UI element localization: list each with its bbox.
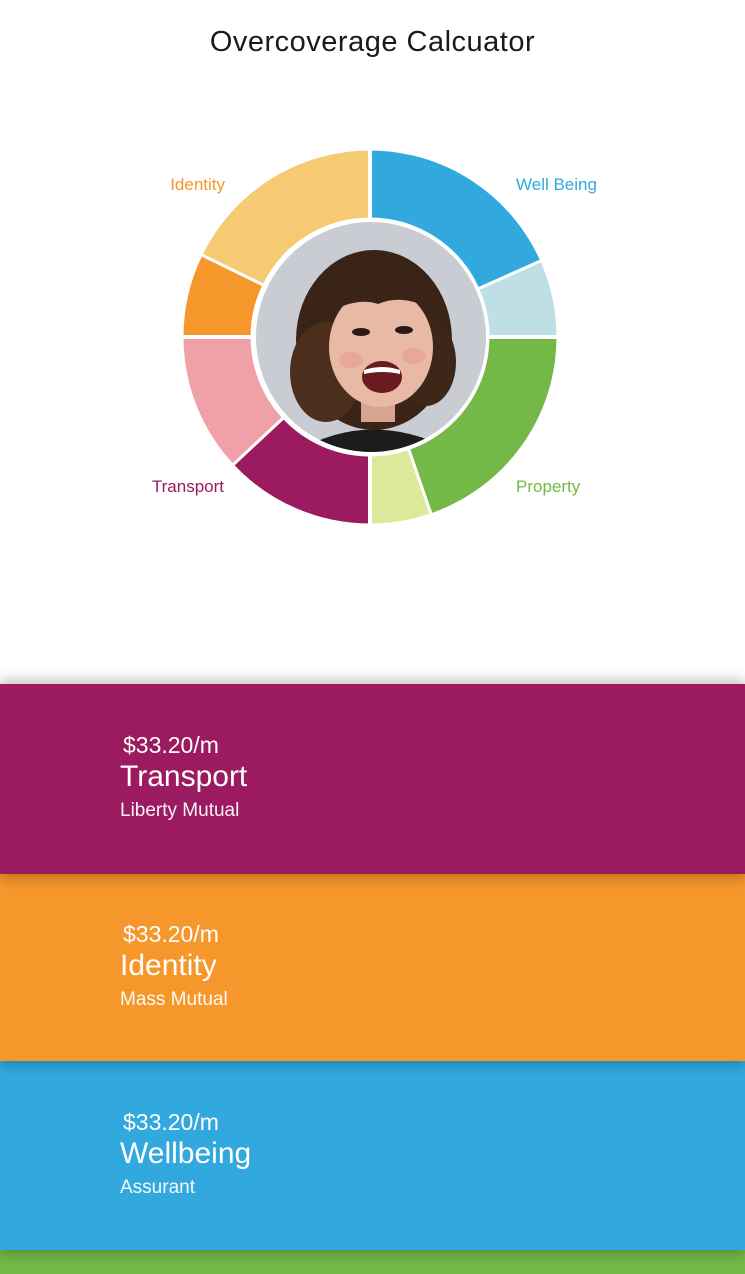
coverage-card-transport[interactable]: $33.20/m Transport Liberty Mutual	[0, 684, 745, 874]
card-provider: Liberty Mutual	[120, 800, 240, 821]
property-label: Property	[516, 477, 581, 496]
avatar	[256, 222, 486, 452]
card-price: $33.20/m	[123, 921, 219, 947]
card-provider: Assurant	[120, 1177, 195, 1198]
wellbeing-label: Well Being	[516, 175, 597, 194]
card-price: $33.20/m	[123, 1109, 219, 1135]
transport-label: Transport	[151, 477, 224, 496]
coverage-donut-chart: Identity Well Being Transport Property	[0, 0, 745, 640]
card-name: Transport	[120, 760, 248, 793]
card-provider: Mass Mutual	[120, 989, 228, 1010]
card-name: Identity	[120, 949, 217, 982]
card-name: Wellbeing	[120, 1137, 252, 1170]
coverage-card-wellbeing[interactable]: $33.20/m Wellbeing Assurant	[0, 1061, 745, 1250]
card-price: $33.20/m	[123, 732, 219, 758]
identity-label: Identity	[170, 175, 225, 194]
coverage-card-property[interactable]	[0, 1250, 745, 1274]
coverage-card-identity[interactable]: $33.20/m Identity Mass Mutual	[0, 873, 745, 1061]
